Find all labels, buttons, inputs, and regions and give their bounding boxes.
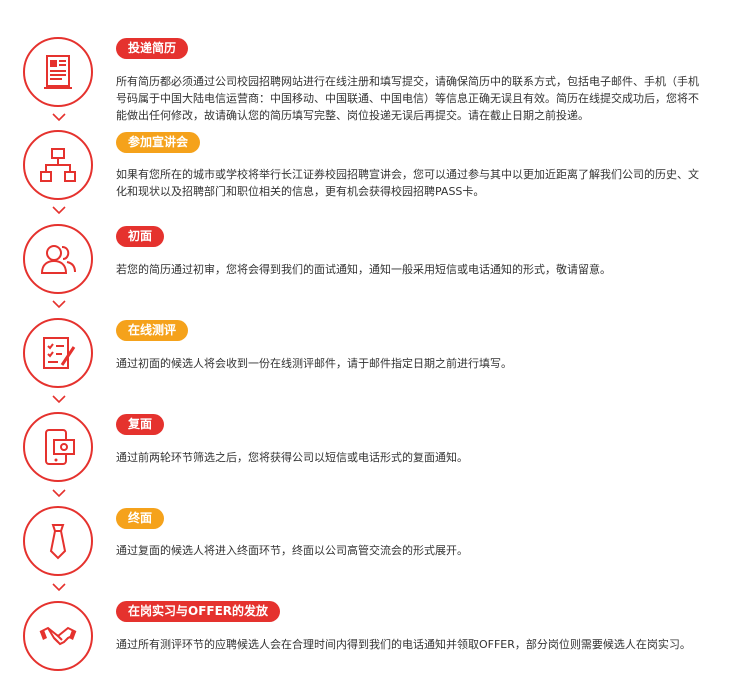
description-line: 通过初面的候选人将会收到一份在线测评邮件，请于邮件指定日期之前进行填写。 bbox=[116, 357, 512, 370]
step-description: 若您的简历通过初审，您将会得到我们的面试通知，通知一般采用短信或电话通知的形式，… bbox=[116, 261, 756, 278]
description-line: 通过所有测评环节的应聘候选人会在合理时间内得到我们的电话通知并领取OFFER，部… bbox=[116, 638, 691, 651]
people-icon bbox=[40, 245, 76, 274]
step-icon-circle bbox=[23, 224, 93, 294]
step-icon-circle bbox=[23, 601, 93, 671]
organization-chart-icon bbox=[40, 148, 76, 182]
step-title-badge: 复面 bbox=[116, 414, 165, 435]
step-icon-circle bbox=[23, 318, 93, 388]
online-test-icon bbox=[43, 337, 76, 369]
chevron-down-icon bbox=[52, 395, 66, 404]
description-line: 所有简历都必须通过公司校园招聘网站进行在线注册和填写提交，请确保简历中的联系方式… bbox=[116, 75, 699, 88]
step-icon-circle bbox=[23, 412, 93, 482]
chevron-down-icon bbox=[52, 300, 66, 309]
step-title-badge: 初面 bbox=[116, 226, 165, 247]
description-line: 若您的简历通过初审，您将会得到我们的面试通知，通知一般采用短信或电话通知的形式，… bbox=[116, 263, 611, 276]
description-line: 通过前两轮环节筛选之后，您将获得公司以短信或电话形式的复面通知。 bbox=[116, 451, 468, 464]
step-description: 通过前两轮环节筛选之后，您将获得公司以短信或电话形式的复面通知。 bbox=[116, 449, 756, 466]
description-line: 能做出任何修改，故请确认您的简历填写完整、岗位投递无误后再提交。请在截止日期之前… bbox=[116, 109, 589, 122]
mobile-message-icon bbox=[45, 429, 75, 465]
resume-document-icon bbox=[44, 55, 72, 89]
chevron-down-icon bbox=[52, 489, 66, 498]
step-description: 通过复面的候选人将进入终面环节，终面以公司高管交流会的形式展开。 bbox=[116, 542, 756, 559]
chevron-down-icon bbox=[52, 583, 66, 592]
step-title-badge: 投递简历 bbox=[116, 38, 189, 59]
step-icon-circle bbox=[23, 130, 93, 200]
handshake-icon bbox=[39, 626, 77, 646]
description-line: 通过复面的候选人将进入终面环节，终面以公司高管交流会的形式展开。 bbox=[116, 544, 468, 557]
step-description: 通过初面的候选人将会收到一份在线测评邮件，请于邮件指定日期之前进行填写。 bbox=[116, 355, 756, 372]
necktie-icon bbox=[49, 524, 67, 560]
description-line: 如果有您所在的城市或学校将举行长江证券校园招聘宣讲会，您可以通过参与其中以更加近… bbox=[116, 168, 699, 181]
step-icon-circle bbox=[23, 506, 93, 576]
step-description: 如果有您所在的城市或学校将举行长江证券校园招聘宣讲会，您可以通过参与其中以更加近… bbox=[116, 166, 756, 200]
description-line: 号码属于中国大陆电信运营商：中国移动、中国联通、中国电信）等信息正确无误且有效。… bbox=[116, 92, 699, 105]
step-title-badge: 在线测评 bbox=[116, 320, 189, 341]
chevron-down-icon bbox=[52, 113, 66, 122]
step-description: 所有简历都必须通过公司校园招聘网站进行在线注册和填写提交，请确保简历中的联系方式… bbox=[116, 73, 756, 124]
step-title-badge: 在岗实习与OFFER的发放 bbox=[116, 601, 281, 622]
step-icon-circle bbox=[23, 37, 93, 107]
step-title-badge: 终面 bbox=[116, 508, 165, 529]
step-description: 通过所有测评环节的应聘候选人会在合理时间内得到我们的电话通知并领取OFFER，部… bbox=[116, 636, 756, 653]
description-line: 化和现状以及招聘部门和职位相关的信息，更有机会获得校园招聘PASS卡。 bbox=[116, 185, 485, 198]
step-title-badge: 参加宣讲会 bbox=[116, 132, 201, 153]
chevron-down-icon bbox=[52, 206, 66, 215]
